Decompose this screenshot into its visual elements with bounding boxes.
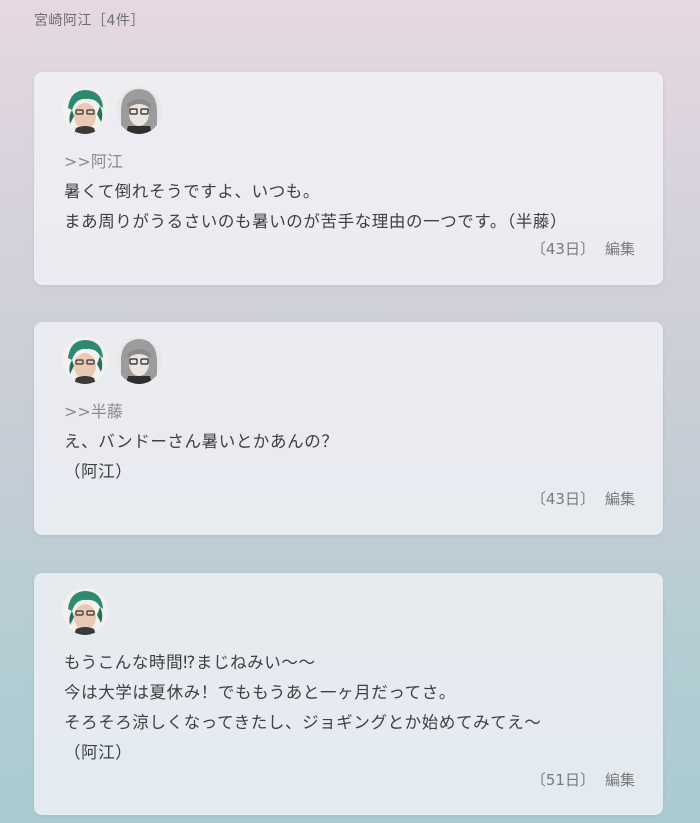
green-hair-avatar-icon[interactable]	[62, 336, 108, 384]
days-ago-label: 〔43日〕	[530, 240, 595, 258]
message-text: 今は大学は夏休み！でももうあと一ヶ月だってさ。	[64, 683, 456, 702]
reply-reference[interactable]: >>阿江	[64, 148, 123, 172]
page-title: 宮崎阿江［4件］	[34, 13, 145, 29]
message-text: 暑くて倒れそうですよ、いつも。	[64, 182, 321, 201]
message-text: まあ周りがうるさいのも暑いのが苦手な理由の一つです。（半藤）	[64, 212, 568, 231]
gray-hair-glasses-avatar-icon[interactable]	[116, 86, 162, 134]
message-text: （阿江）	[64, 743, 133, 762]
days-ago-label: 〔43日〕	[530, 490, 595, 508]
green-hair-avatar-icon[interactable]	[62, 86, 108, 134]
reply-reference[interactable]: >>半藤	[64, 398, 123, 422]
avatar-group	[62, 587, 108, 635]
message-text: もうこんな時間⁉まじねみい～～	[64, 653, 316, 672]
edit-link[interactable]: 編集	[605, 488, 635, 509]
post-meta: 〔51日〕 編集	[531, 769, 635, 790]
edit-link[interactable]: 編集	[605, 238, 635, 259]
message-text: え、バンドーさん暑いとかあんの？	[64, 432, 339, 451]
post-card: >>阿江 暑くて倒れそうですよ、いつも。 まあ周りがうるさいのも暑いのが苦手な理…	[34, 72, 663, 285]
avatar-group	[62, 86, 162, 134]
message-text: （阿江）	[64, 462, 133, 481]
message-text: そろそろ涼しくなってきたし、ジョギングとか始めてみてえ～	[64, 713, 542, 732]
green-hair-avatar-icon[interactable]	[62, 587, 108, 635]
days-ago-label: 〔51日〕	[530, 771, 595, 789]
gray-hair-glasses-avatar-icon[interactable]	[116, 336, 162, 384]
post-meta: 〔43日〕 編集	[531, 488, 635, 509]
avatar-group	[62, 336, 162, 384]
post-card: >>半藤 え、バンドーさん暑いとかあんの？ （阿江） 〔43日〕 編集	[34, 322, 663, 535]
edit-link[interactable]: 編集	[605, 769, 635, 790]
post-card: もうこんな時間⁉まじねみい～～ 今は大学は夏休み！でももうあと一ヶ月だってさ。 …	[34, 573, 663, 815]
post-meta: 〔43日〕 編集	[531, 238, 635, 259]
